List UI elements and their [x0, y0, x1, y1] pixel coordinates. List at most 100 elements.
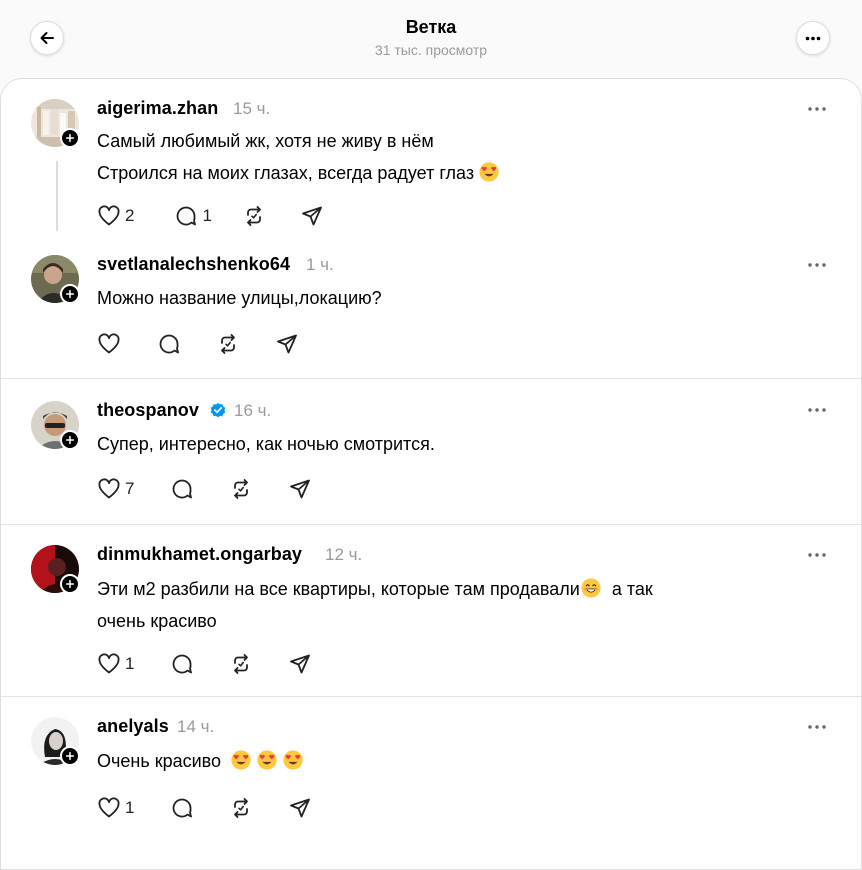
timestamp[interactable]: 14 ч. — [177, 717, 214, 737]
repost-icon — [229, 477, 253, 501]
reply-button[interactable] — [157, 332, 181, 356]
heart-eyes-emoji-icon — [478, 161, 500, 183]
post-actions — [97, 331, 299, 357]
comment-icon — [174, 204, 198, 228]
follow-button[interactable] — [60, 284, 80, 304]
more-horizontal-icon[interactable] — [807, 552, 827, 558]
post-item: theospanov 16 ч. Супер, интересно, как н… — [1, 379, 861, 525]
avatar[interactable] — [31, 545, 80, 594]
follow-button[interactable] — [60, 746, 80, 766]
comment-icon — [170, 652, 194, 676]
post-text-line-content: Очень красиво — [97, 751, 222, 771]
like-button[interactable] — [97, 332, 121, 356]
username[interactable]: dinmukhamet.ongarbay — [97, 544, 302, 565]
plus-icon — [65, 579, 75, 589]
like-button[interactable]: 1 — [97, 796, 134, 820]
more-horizontal-icon[interactable] — [807, 106, 827, 112]
timestamp[interactable]: 12 ч. — [325, 545, 362, 565]
like-button[interactable]: 2 — [97, 204, 134, 228]
post-actions: 2 1 — [97, 203, 324, 229]
like-count: 1 — [125, 654, 135, 673]
like-count: 7 — [125, 479, 135, 498]
like-button[interactable]: 1 — [97, 652, 134, 676]
heart-icon — [97, 796, 121, 820]
share-button[interactable] — [300, 204, 324, 228]
reply-button[interactable] — [170, 477, 194, 501]
more-horizontal-icon[interactable] — [807, 262, 827, 268]
username[interactable]: aigerima.zhan — [97, 98, 218, 119]
heart-icon — [97, 477, 121, 501]
avatar[interactable] — [31, 255, 80, 304]
reply-button[interactable]: 1 — [174, 204, 212, 228]
like-count: 1 — [125, 798, 135, 817]
repost-button[interactable] — [216, 332, 240, 356]
post-text: Очень красиво — [97, 745, 304, 777]
post-text-line: Очень красиво — [97, 745, 304, 777]
repost-icon — [216, 332, 240, 356]
post-text-line: Можно название улицы,локацию? — [97, 288, 382, 308]
avatar[interactable] — [31, 99, 80, 148]
reply-button[interactable] — [170, 652, 194, 676]
post-text: Можно название улицы,локацию? — [97, 282, 382, 314]
post-text-line: Супер, интересно, как ночью смотрится. — [97, 434, 435, 454]
plus-icon — [65, 133, 75, 143]
post-actions: 1 — [97, 651, 312, 677]
post-text: Эти м2 разбили на все квартиры, которые … — [97, 573, 653, 637]
post-text-line: Самый любимый жк, хотя не живу в нём — [97, 131, 434, 151]
follow-button[interactable] — [60, 128, 80, 148]
follow-button[interactable] — [60, 430, 80, 450]
post-text-line: Строился на моих глазах, всегда радует г… — [97, 157, 500, 189]
repost-icon — [229, 652, 253, 676]
username[interactable]: anelyals — [97, 716, 169, 737]
comment-icon — [170, 796, 194, 820]
timestamp[interactable]: 16 ч. — [234, 401, 271, 421]
view-count: 31 тыс. просмотр — [374, 42, 488, 58]
more-options-button[interactable] — [796, 21, 830, 55]
grinning-emoji-icon — [580, 577, 602, 599]
repost-button[interactable] — [229, 652, 253, 676]
more-horizontal-icon[interactable] — [807, 724, 827, 730]
comment-icon — [157, 332, 181, 356]
repost-button[interactable] — [229, 796, 253, 820]
page-title: Ветка — [405, 17, 457, 37]
like-button[interactable]: 7 — [97, 477, 134, 501]
repost-icon — [242, 204, 266, 228]
plus-icon — [65, 435, 75, 445]
plus-icon — [65, 751, 75, 761]
username[interactable]: theospanov — [97, 400, 199, 421]
share-button[interactable] — [275, 332, 299, 356]
share-button[interactable] — [288, 477, 312, 501]
heart-icon — [97, 652, 121, 676]
heart-eyes-emoji-icon — [256, 749, 278, 771]
top-bar: Ветка 31 тыс. просмотр — [0, 0, 862, 78]
post-actions: 7 — [97, 476, 312, 502]
avatar[interactable] — [31, 401, 80, 450]
send-icon — [288, 652, 312, 676]
post-text-line: Эти м2 разбили на все квартиры, которые … — [97, 573, 653, 605]
post-text: Самый любимый жк, хотя не живу в нём Стр… — [97, 125, 500, 189]
post-item: anelyals 14 ч. Очень красиво 1 — [1, 697, 861, 847]
repost-button[interactable] — [242, 204, 266, 228]
timestamp[interactable]: 1 ч. — [306, 255, 334, 275]
share-button[interactable] — [288, 796, 312, 820]
post-text-line-content: Строился на моих глазах, всегда радует г… — [97, 163, 475, 183]
avatar[interactable] — [31, 717, 80, 766]
post-actions: 1 — [97, 795, 312, 821]
reply-button[interactable] — [170, 796, 194, 820]
follow-button[interactable] — [60, 574, 80, 594]
like-count: 2 — [125, 206, 135, 225]
repost-button[interactable] — [229, 477, 253, 501]
username[interactable]: svetlanalechshenko64 — [97, 254, 290, 275]
send-icon — [288, 796, 312, 820]
more-horizontal-icon[interactable] — [807, 407, 827, 413]
send-icon — [275, 332, 299, 356]
thread-connector-line — [56, 161, 58, 231]
reply-count: 1 — [202, 206, 212, 225]
repost-icon — [229, 796, 253, 820]
plus-icon — [65, 289, 75, 299]
post-text-line-content: Эти м2 разбили на все квартиры, которые … — [97, 579, 580, 599]
heart-eyes-emoji-icon — [282, 749, 304, 771]
share-button[interactable] — [288, 652, 312, 676]
timestamp[interactable]: 15 ч. — [233, 99, 270, 119]
more-horizontal-icon — [805, 36, 821, 40]
